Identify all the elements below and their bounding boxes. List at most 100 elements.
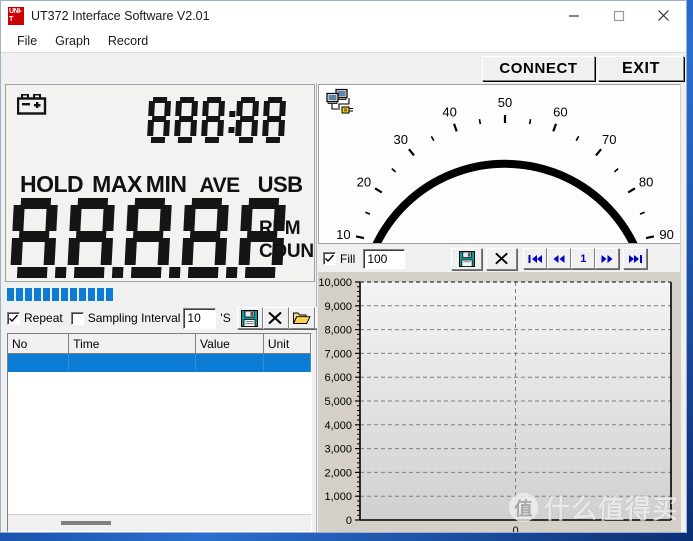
gauge-major-tick — [408, 148, 415, 157]
connect-button[interactable]: CONNECT — [482, 56, 595, 81]
chart-y-tick-label: 4,000 — [324, 420, 352, 432]
chart-y-tick-label: 7,000 — [324, 348, 352, 360]
gauge-minor-tick — [575, 135, 580, 142]
gauge-major-tick — [595, 148, 602, 157]
seven-segment-digit — [67, 198, 115, 278]
exit-button[interactable]: EXIT — [598, 56, 684, 81]
save-record-button[interactable] — [236, 307, 263, 329]
table-column-header[interactable]: Time — [69, 334, 197, 354]
menu-item-file[interactable]: File — [8, 32, 46, 50]
gauge-major-tick — [552, 123, 558, 132]
progress-block — [52, 288, 59, 301]
data-chart: 10,000 9,000 8,000 7,000 6,000 5,000 4,000 3,00… — [318, 272, 684, 532]
gauge-major-tick — [627, 187, 636, 194]
maximize-icon — [613, 10, 624, 21]
uni-t-logo-text: UNI-T — [8, 6, 24, 25]
chart-prev-button[interactable] — [547, 248, 572, 269]
lcd-display: HOLD MAXMIN AVE USB RPM COUNT — [5, 84, 315, 282]
maximize-button[interactable] — [596, 1, 641, 30]
gauge-minor-tick — [478, 119, 482, 125]
scrollbar-thumb[interactable] — [61, 521, 111, 525]
menu-item-graph[interactable]: Graph — [46, 32, 99, 50]
repeat-checkbox[interactable] — [7, 311, 20, 325]
table-row[interactable] — [8, 354, 311, 372]
chart-last-button[interactable] — [623, 248, 648, 269]
table-cell[interactable] — [264, 354, 311, 372]
progress-block — [97, 288, 104, 301]
chart-next-button[interactable] — [595, 248, 620, 269]
fill-checkbox[interactable] — [323, 252, 336, 265]
seven-segment-digit — [262, 97, 287, 143]
table-cell[interactable] — [196, 354, 264, 372]
seven-segment-digit — [10, 198, 58, 278]
chart-y-tick-label: 10,000 — [318, 277, 352, 289]
status-flag-usb: USB — [257, 172, 303, 197]
table-column-header[interactable]: Unit — [263, 334, 311, 354]
open-record-button[interactable] — [288, 307, 315, 329]
chart-y-tick-label: 0 — [346, 515, 352, 527]
save-icon — [458, 250, 475, 267]
last-page-icon — [628, 254, 642, 263]
seven-segment-digit — [174, 97, 199, 143]
gauge-minor-tick — [639, 211, 645, 215]
table-header-row: No Time Value Unit — [8, 334, 311, 354]
close-icon — [658, 10, 669, 21]
sampling-interval-input[interactable] — [183, 307, 217, 329]
chart-first-button[interactable] — [523, 248, 548, 269]
chart-plot: 10,000 9,000 8,000 7,000 6,000 5,000 4,000 3,00… — [318, 277, 672, 532]
gauge-minor-tick — [365, 211, 371, 215]
gauge-tick-label: 50 — [498, 95, 512, 110]
gauge-arc — [372, 159, 638, 243]
chart-page-number[interactable]: 1 — [571, 248, 596, 269]
chart-y-tick-label: 5,000 — [324, 396, 352, 408]
table-cell[interactable] — [8, 354, 70, 372]
status-flag-min: MIN — [145, 171, 187, 197]
gauge-tick-label: 20 — [357, 175, 371, 190]
close-button[interactable] — [641, 1, 686, 30]
progress-bar-container — [7, 286, 312, 303]
seven-segment-digit — [201, 97, 226, 143]
window-scroll-strip[interactable] — [680, 83, 686, 532]
checkmark-icon — [9, 314, 18, 322]
checkmark-icon — [325, 254, 334, 263]
table-cell[interactable] — [69, 354, 197, 372]
gauge-minor-tick — [613, 167, 619, 173]
status-flag-hold: HOLD — [20, 171, 84, 197]
lcd-mini-display — [147, 97, 290, 143]
unit-rpm: RPM — [259, 218, 301, 239]
analog-gauge: 0102030405060708090100 — [318, 84, 684, 244]
table-horizontal-scrollbar[interactable] — [8, 514, 311, 531]
gauge-tick-label: 10 — [336, 227, 350, 242]
progress-block — [61, 288, 68, 301]
chart-x-tick-label: 0 — [512, 525, 518, 532]
open-folder-icon — [292, 312, 311, 324]
chart-y-tick-label: 2,000 — [324, 467, 352, 479]
application-window: UNI-T UT372 Interface Software V2.01 Fil… — [0, 0, 687, 533]
chart-save-button[interactable] — [451, 247, 483, 270]
table-column-header[interactable]: No — [8, 334, 70, 354]
repeat-label: Repeat — [24, 311, 63, 325]
sampling-unit-label: 'S — [220, 311, 231, 325]
menu-item-record[interactable]: Record — [99, 32, 157, 50]
record-table[interactable]: No Time Value Unit — [7, 333, 312, 532]
chart-toolbar: Fill 100 1 — [317, 246, 686, 271]
clear-record-button[interactable] — [262, 307, 289, 329]
title-bar: UNI-T UT372 Interface Software V2.01 — [1, 1, 686, 30]
main-content: HOLDMAXMINAVEUSB RPM COUNT R — [1, 83, 686, 532]
left-panel: HOLDMAXMINAVEUSB RPM COUNT R — [1, 83, 341, 532]
chart-y-tick-label: 1,000 — [324, 491, 352, 503]
minimize-button[interactable] — [551, 1, 596, 30]
window-title: UT372 Interface Software V2.01 — [31, 8, 210, 23]
sampling-interval-checkbox[interactable] — [70, 311, 84, 325]
fill-value-input[interactable] — [363, 248, 406, 269]
seven-segment-digit — [124, 198, 172, 278]
table-empty-area — [8, 372, 311, 514]
table-column-header[interactable]: Value — [196, 334, 264, 354]
gauge-tick-label: 70 — [602, 132, 616, 147]
lcd-main-display — [10, 198, 286, 278]
progress-block — [106, 288, 113, 301]
gauge-tick-label: 80 — [639, 175, 653, 190]
chart-clear-button[interactable] — [486, 247, 518, 270]
battery-icon — [17, 94, 47, 115]
progress-block — [34, 288, 41, 301]
